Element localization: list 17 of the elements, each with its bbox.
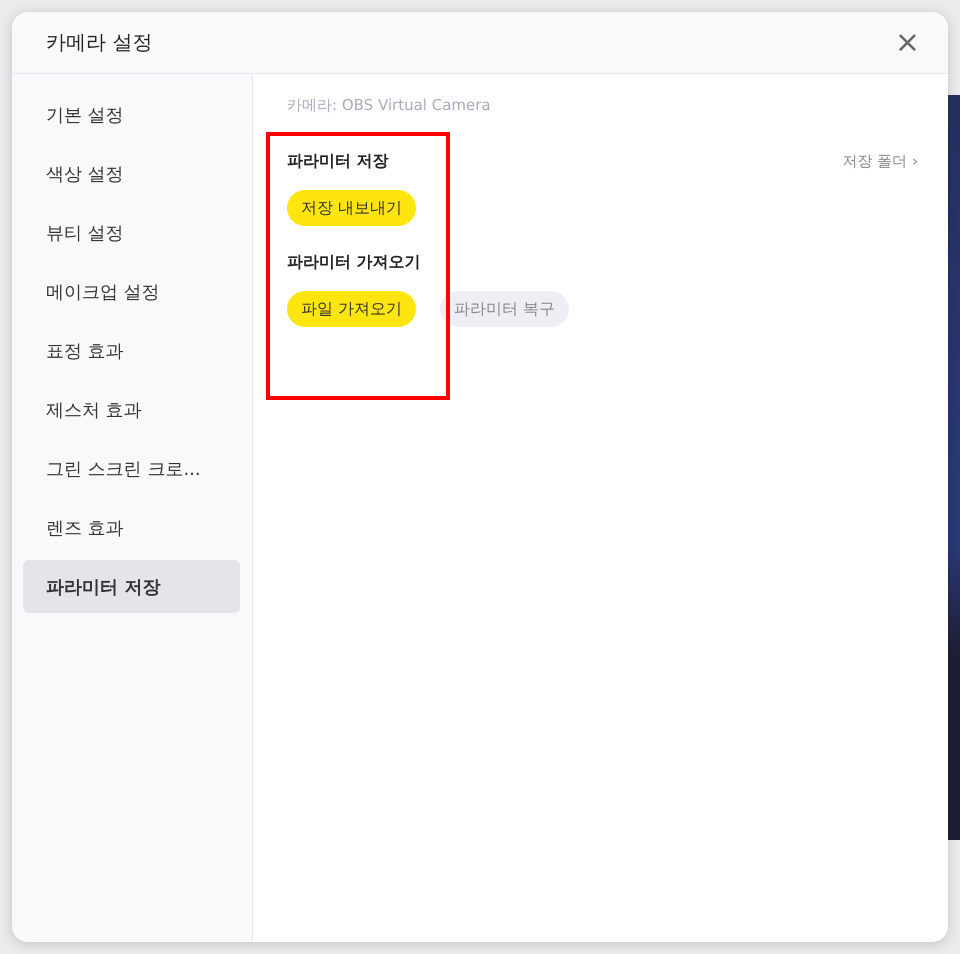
sidebar-item[interactable]: 파라미터 저장 <box>23 560 240 613</box>
folder-link[interactable]: 저장 폴더 › <box>842 152 918 171</box>
sidebar-item[interactable]: 기본 설정 <box>23 88 240 141</box>
sidebar-item[interactable]: 색상 설정 <box>23 147 240 200</box>
sidebar-item[interactable]: 뷰티 설정 <box>23 206 240 259</box>
section-title: 파라미터 저장 <box>287 151 389 172</box>
camera-label: 카메라: OBS Virtual Camera <box>287 96 492 115</box>
sidebar-item[interactable]: 메이크업 설정 <box>23 265 240 318</box>
dialog-title: 카메라 설정 <box>46 29 152 56</box>
sidebar-item[interactable]: 제스처 효과 <box>23 383 240 436</box>
action-button[interactable]: 저장 내보내기 <box>287 190 416 226</box>
sidebar-item[interactable]: 그린 스크린 크로... <box>23 442 240 495</box>
close-button[interactable]: × <box>890 28 924 58</box>
section-title: 파라미터 가져오기 <box>287 252 421 273</box>
action-button[interactable]: 파일 가져오기 <box>287 291 416 327</box>
sidebar-item[interactable]: 표정 효과 <box>23 324 240 377</box>
sidebar-item[interactable]: 렌즈 효과 <box>23 501 240 554</box>
